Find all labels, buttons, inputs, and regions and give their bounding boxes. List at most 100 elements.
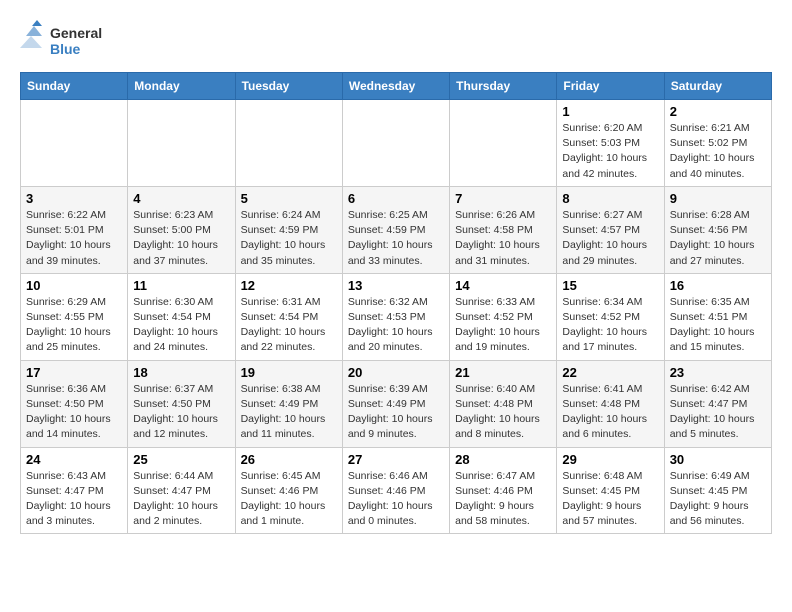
calendar-cell — [235, 100, 342, 187]
day-info: Sunrise: 6:20 AM Sunset: 5:03 PM Dayligh… — [562, 121, 658, 182]
day-number: 17 — [26, 365, 122, 380]
day-number: 29 — [562, 452, 658, 467]
day-number: 14 — [455, 278, 551, 293]
day-number: 16 — [670, 278, 766, 293]
day-info: Sunrise: 6:39 AM Sunset: 4:49 PM Dayligh… — [348, 382, 444, 443]
day-number: 24 — [26, 452, 122, 467]
calendar-week-row: 1 Sunrise: 6:20 AM Sunset: 5:03 PM Daylig… — [21, 100, 772, 187]
day-info: Sunrise: 6:34 AM Sunset: 4:52 PM Dayligh… — [562, 295, 658, 356]
day-info: Sunrise: 6:21 AM Sunset: 5:02 PM Dayligh… — [670, 121, 766, 182]
calendar-week-row: 17 Sunrise: 6:36 AM Sunset: 4:50 PM Dayli… — [21, 360, 772, 447]
day-number: 6 — [348, 191, 444, 206]
weekday-header: Wednesday — [342, 73, 449, 100]
calendar-cell: 11 Sunrise: 6:30 AM Sunset: 4:54 PM Dayli… — [128, 273, 235, 360]
day-info: Sunrise: 6:28 AM Sunset: 4:56 PM Dayligh… — [670, 208, 766, 269]
day-info: Sunrise: 6:22 AM Sunset: 5:01 PM Dayligh… — [26, 208, 122, 269]
calendar-cell: 22 Sunrise: 6:41 AM Sunset: 4:48 PM Dayli… — [557, 360, 664, 447]
day-info: Sunrise: 6:47 AM Sunset: 4:46 PM Dayligh… — [455, 469, 551, 530]
calendar-table: SundayMondayTuesdayWednesdayThursdayFrid… — [20, 72, 772, 534]
day-number: 27 — [348, 452, 444, 467]
weekday-header: Thursday — [450, 73, 557, 100]
calendar-cell: 23 Sunrise: 6:42 AM Sunset: 4:47 PM Dayli… — [664, 360, 771, 447]
day-info: Sunrise: 6:23 AM Sunset: 5:00 PM Dayligh… — [133, 208, 229, 269]
calendar-cell: 21Sunrise: 6:40 AM Sunset: 4:48 PM Dayli… — [450, 360, 557, 447]
day-info: Sunrise: 6:41 AM Sunset: 4:48 PM Dayligh… — [562, 382, 658, 443]
calendar-cell: 2Sunrise: 6:21 AM Sunset: 5:02 PM Daylig… — [664, 100, 771, 187]
day-number: 3 — [26, 191, 122, 206]
calendar-cell — [450, 100, 557, 187]
calendar-cell: 29 Sunrise: 6:48 AM Sunset: 4:45 PM Dayli… — [557, 447, 664, 534]
day-number: 28 — [455, 452, 551, 467]
weekday-header-row: SundayMondayTuesdayWednesdayThursdayFrid… — [21, 73, 772, 100]
day-number: 22 — [562, 365, 658, 380]
calendar-cell: 9 Sunrise: 6:28 AM Sunset: 4:56 PM Daylig… — [664, 186, 771, 273]
calendar-cell: 19 Sunrise: 6:38 AM Sunset: 4:49 PM Dayli… — [235, 360, 342, 447]
calendar-cell: 25Sunrise: 6:44 AM Sunset: 4:47 PM Dayli… — [128, 447, 235, 534]
day-info: Sunrise: 6:33 AM Sunset: 4:52 PM Dayligh… — [455, 295, 551, 356]
day-info: Sunrise: 6:40 AM Sunset: 4:48 PM Dayligh… — [455, 382, 551, 443]
day-info: Sunrise: 6:43 AM Sunset: 4:47 PM Dayligh… — [26, 469, 122, 530]
calendar-cell: 13 Sunrise: 6:32 AM Sunset: 4:53 PM Dayli… — [342, 273, 449, 360]
calendar-cell: 30 Sunrise: 6:49 AM Sunset: 4:45 PM Dayli… — [664, 447, 771, 534]
day-number: 12 — [241, 278, 337, 293]
weekday-header: Saturday — [664, 73, 771, 100]
day-info: Sunrise: 6:30 AM Sunset: 4:54 PM Dayligh… — [133, 295, 229, 356]
svg-text:Blue: Blue — [50, 41, 81, 57]
calendar-cell: 3 Sunrise: 6:22 AM Sunset: 5:01 PM Daylig… — [21, 186, 128, 273]
day-info: Sunrise: 6:45 AM Sunset: 4:46 PM Dayligh… — [241, 469, 337, 530]
calendar-cell — [342, 100, 449, 187]
day-info: Sunrise: 6:31 AM Sunset: 4:54 PM Dayligh… — [241, 295, 337, 356]
day-info: Sunrise: 6:38 AM Sunset: 4:49 PM Dayligh… — [241, 382, 337, 443]
calendar-cell — [128, 100, 235, 187]
calendar-cell: 26 Sunrise: 6:45 AM Sunset: 4:46 PM Dayli… — [235, 447, 342, 534]
weekday-header: Tuesday — [235, 73, 342, 100]
day-info: Sunrise: 6:29 AM Sunset: 4:55 PM Dayligh… — [26, 295, 122, 356]
day-number: 30 — [670, 452, 766, 467]
header: General Blue — [20, 20, 772, 62]
day-number: 7 — [455, 191, 551, 206]
day-number: 26 — [241, 452, 337, 467]
day-info: Sunrise: 6:35 AM Sunset: 4:51 PM Dayligh… — [670, 295, 766, 356]
day-info: Sunrise: 6:32 AM Sunset: 4:53 PM Dayligh… — [348, 295, 444, 356]
day-number: 13 — [348, 278, 444, 293]
calendar-cell — [21, 100, 128, 187]
calendar-cell: 28 Sunrise: 6:47 AM Sunset: 4:46 PM Dayli… — [450, 447, 557, 534]
weekday-header: Friday — [557, 73, 664, 100]
day-number: 1 — [562, 104, 658, 119]
calendar-cell: 16 Sunrise: 6:35 AM Sunset: 4:51 PM Dayli… — [664, 273, 771, 360]
day-number: 10 — [26, 278, 122, 293]
day-info: Sunrise: 6:49 AM Sunset: 4:45 PM Dayligh… — [670, 469, 766, 530]
day-number: 5 — [241, 191, 337, 206]
day-number: 20 — [348, 365, 444, 380]
day-number: 23 — [670, 365, 766, 380]
day-info: Sunrise: 6:48 AM Sunset: 4:45 PM Dayligh… — [562, 469, 658, 530]
calendar-cell: 6 Sunrise: 6:25 AM Sunset: 4:59 PM Daylig… — [342, 186, 449, 273]
weekday-header: Monday — [128, 73, 235, 100]
day-info: Sunrise: 6:27 AM Sunset: 4:57 PM Dayligh… — [562, 208, 658, 269]
calendar-cell: 14 Sunrise: 6:33 AM Sunset: 4:52 PM Dayli… — [450, 273, 557, 360]
day-number: 18 — [133, 365, 229, 380]
day-info: Sunrise: 6:42 AM Sunset: 4:47 PM Dayligh… — [670, 382, 766, 443]
day-info: Sunrise: 6:36 AM Sunset: 4:50 PM Dayligh… — [26, 382, 122, 443]
calendar-cell: 17 Sunrise: 6:36 AM Sunset: 4:50 PM Dayli… — [21, 360, 128, 447]
day-number: 4 — [133, 191, 229, 206]
day-info: Sunrise: 6:24 AM Sunset: 4:59 PM Dayligh… — [241, 208, 337, 269]
day-number: 9 — [670, 191, 766, 206]
calendar-cell: 15Sunrise: 6:34 AM Sunset: 4:52 PM Dayli… — [557, 273, 664, 360]
calendar-week-row: 10 Sunrise: 6:29 AM Sunset: 4:55 PM Dayli… — [21, 273, 772, 360]
calendar-cell: 12 Sunrise: 6:31 AM Sunset: 4:54 PM Dayli… — [235, 273, 342, 360]
calendar-cell: 4 Sunrise: 6:23 AM Sunset: 5:00 PM Daylig… — [128, 186, 235, 273]
day-number: 25 — [133, 452, 229, 467]
calendar-cell: 5 Sunrise: 6:24 AM Sunset: 4:59 PM Daylig… — [235, 186, 342, 273]
day-info: Sunrise: 6:26 AM Sunset: 4:58 PM Dayligh… — [455, 208, 551, 269]
day-info: Sunrise: 6:25 AM Sunset: 4:59 PM Dayligh… — [348, 208, 444, 269]
day-info: Sunrise: 6:37 AM Sunset: 4:50 PM Dayligh… — [133, 382, 229, 443]
calendar-cell: 18 Sunrise: 6:37 AM Sunset: 4:50 PM Dayli… — [128, 360, 235, 447]
weekday-header: Sunday — [21, 73, 128, 100]
day-number: 8 — [562, 191, 658, 206]
calendar-cell: 1 Sunrise: 6:20 AM Sunset: 5:03 PM Daylig… — [557, 100, 664, 187]
day-number: 11 — [133, 278, 229, 293]
day-number: 19 — [241, 365, 337, 380]
calendar-cell: 27Sunrise: 6:46 AM Sunset: 4:46 PM Dayli… — [342, 447, 449, 534]
logo: General Blue — [20, 20, 130, 62]
